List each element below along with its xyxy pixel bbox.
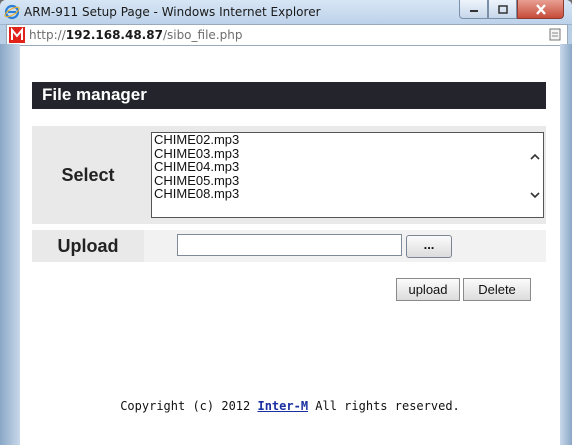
- page-content: File manager Select CHIME02.mp3 CHIME03.…: [20, 46, 560, 445]
- page-icon[interactable]: [549, 28, 561, 41]
- select-row: Select CHIME02.mp3 CHIME03.mp3 CHIME04.m…: [32, 126, 546, 224]
- title-bar: ARM-911 Setup Page - Windows Internet Ex…: [0, 0, 572, 25]
- list-item[interactable]: CHIME04.mp3: [152, 160, 543, 174]
- upload-label: Upload: [57, 235, 119, 256]
- footer: Copyright (c) 2012 Inter-M All rights re…: [20, 399, 560, 413]
- upload-cell: ...: [144, 230, 546, 262]
- window-frame-right: [560, 44, 572, 445]
- list-item[interactable]: CHIME02.mp3: [152, 133, 543, 147]
- page-header: File manager: [32, 82, 546, 109]
- list-item[interactable]: CHIME03.mp3: [152, 146, 543, 161]
- upload-button[interactable]: upload: [396, 278, 460, 301]
- ie-icon: [4, 4, 20, 20]
- inter-m-link[interactable]: Inter-M: [257, 399, 308, 413]
- file-listbox[interactable]: CHIME02.mp3 CHIME03.mp3 CHIME04.mp3 CHIM…: [151, 132, 544, 218]
- window-title: ARM-911 Setup Page - Windows Internet Ex…: [24, 5, 321, 19]
- footer-suffix: All rights reserved.: [308, 399, 460, 413]
- listbox-scrollbar[interactable]: [527, 133, 543, 217]
- minimize-icon: [469, 10, 478, 12]
- url-text: http://192.168.48.87/sibo_file.php: [29, 28, 242, 42]
- browse-button[interactable]: ...: [406, 235, 452, 258]
- file-path-input[interactable]: [177, 234, 402, 256]
- address-bar[interactable]: http://192.168.48.87/sibo_file.php: [6, 24, 568, 46]
- minimize-button[interactable]: [459, 0, 488, 19]
- maximize-button[interactable]: [488, 0, 517, 19]
- url-path: /sibo_file.php: [162, 28, 243, 42]
- close-button[interactable]: [517, 0, 564, 19]
- page-title: File manager: [42, 85, 147, 104]
- window-frame-left: [0, 44, 20, 445]
- list-item[interactable]: CHIME08.mp3: [152, 187, 543, 201]
- maximize-icon: [497, 4, 508, 14]
- close-icon: [535, 3, 546, 15]
- m-logo-icon: [9, 27, 25, 43]
- caption-buttons: [459, 0, 564, 19]
- browser-window: ARM-911 Setup Page - Windows Internet Ex…: [0, 0, 572, 445]
- footer-prefix: Copyright (c) 2012: [120, 399, 258, 413]
- select-label: Select: [61, 164, 115, 185]
- chevron-down-icon[interactable]: [529, 189, 541, 201]
- upload-row: Upload ...: [32, 230, 546, 262]
- chevron-up-icon[interactable]: [529, 151, 541, 163]
- url-host: 192.168.48.87: [65, 28, 163, 42]
- delete-button[interactable]: Delete: [463, 278, 531, 301]
- url-prefix: http://: [29, 28, 66, 42]
- list-item[interactable]: CHIME05.mp3: [152, 173, 543, 188]
